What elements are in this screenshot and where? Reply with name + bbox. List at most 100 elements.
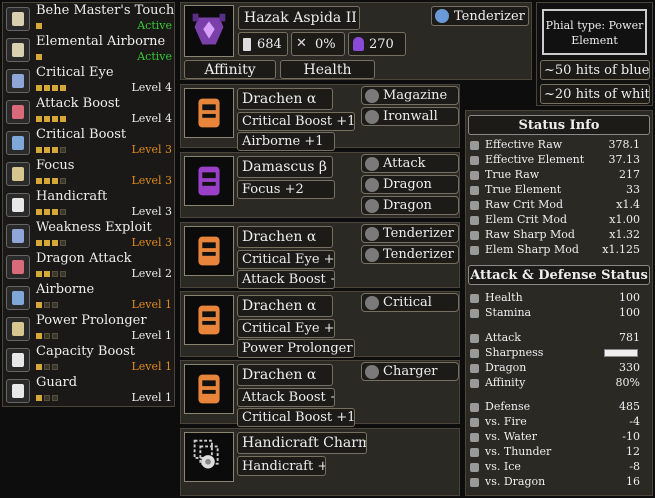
dragon-element-icon	[353, 37, 364, 51]
armor-name[interactable]: Damascus β	[237, 156, 333, 178]
level-pip	[44, 364, 50, 370]
skill-gem-icon	[12, 384, 24, 398]
skill-row[interactable]: Handicraft Level 3	[6, 189, 174, 220]
stat-icon	[470, 216, 479, 225]
skill-level-pips	[36, 85, 66, 91]
stat-name: Affinity	[485, 376, 526, 389]
deco-slot[interactable]: Tenderizer	[361, 245, 459, 264]
skill-row[interactable]: Focus Level 3	[6, 158, 174, 189]
armor-skill-text: Focus +2	[242, 182, 304, 197]
skill-name: Critical Boost	[36, 127, 127, 142]
skill-row[interactable]: Guard Level 1	[6, 375, 174, 406]
stat-row: Effective Raw 378.1	[470, 138, 640, 153]
augment-health-label: Health	[303, 61, 352, 78]
skill-name: Critical Eye	[36, 65, 114, 80]
skill-row[interactable]: Attack Boost Level 4	[6, 96, 174, 127]
charm-name-text: Handicraft Charm	[242, 435, 367, 451]
armor-piece: Damascus β Focus +2 Attack Dragon Dragon	[180, 152, 460, 218]
armor-skill-text: Airborne +1	[242, 134, 324, 149]
stat-value: x1.4	[616, 198, 640, 211]
deco-slot[interactable]: Dragon	[361, 175, 459, 194]
stat-icon	[470, 186, 479, 195]
augment-affinity[interactable]: Affinity	[184, 60, 276, 79]
level-pip	[44, 333, 50, 339]
armor-name[interactable]: Drachen α	[237, 226, 333, 248]
deco-slot[interactable]: Attack	[361, 154, 459, 173]
stat-name: vs. Fire	[485, 415, 527, 428]
level-pip	[60, 116, 66, 122]
armor-skill-text: Critical Eye +2	[242, 252, 335, 267]
armor-skill: Focus +2	[237, 180, 335, 199]
skill-name: Dragon Attack	[36, 251, 132, 266]
stat-name: Raw Sharp Mod	[485, 228, 575, 241]
affinity-icon: ✕	[296, 36, 307, 51]
level-pip	[44, 178, 50, 184]
level-pip	[36, 333, 42, 339]
skill-level: Level 4	[131, 112, 172, 125]
armor-skill: Critical Eye +2	[237, 319, 335, 338]
stat-value: x1.00	[609, 213, 640, 226]
skill-row[interactable]: Elemental Airborne Active	[6, 34, 174, 65]
armor-name-text: Drachen α	[242, 91, 317, 107]
skill-icon	[6, 193, 30, 217]
stat-row: Raw Sharp Mod x1.32	[470, 228, 640, 243]
skill-level-pips	[36, 302, 58, 308]
deco-gem-icon	[365, 226, 379, 241]
deco-slot[interactable]: Ironwall	[361, 107, 459, 126]
stat-value: x1.32	[609, 228, 640, 241]
weapon-affinity-value: 0%	[315, 36, 336, 52]
skill-row[interactable]: Capacity Boost Level 1	[6, 344, 174, 375]
skill-row[interactable]: Critical Boost Level 3	[6, 127, 174, 158]
stat-name: vs. Ice	[485, 460, 521, 473]
augment-health[interactable]: Health	[280, 60, 375, 79]
deco-slot[interactable]: Charger	[361, 362, 459, 381]
stat-row: Defense 485	[470, 400, 640, 415]
skill-level: Level 1	[131, 391, 172, 404]
deco-slot[interactable]: Critical	[361, 293, 459, 312]
stat-value: 217	[619, 168, 640, 181]
armor-skill-text: Critical Boost +1	[242, 410, 355, 425]
level-pip	[60, 271, 66, 277]
deco-slot[interactable]: Tenderizer	[361, 224, 459, 243]
stat-row: Stamina 100	[470, 306, 640, 321]
skill-row[interactable]: Behe Master's Touch Active	[6, 3, 174, 34]
stat-row: vs. Water -10	[470, 430, 640, 445]
stat-icon	[470, 433, 479, 442]
stat-row: Raw Crit Mod x1.4	[470, 198, 640, 213]
skill-icon	[6, 162, 30, 186]
stat-icon	[470, 403, 479, 412]
deco-slot[interactable]: Dragon	[361, 196, 459, 215]
stat-value: 781	[619, 331, 640, 344]
skill-icon	[6, 348, 30, 372]
armor-name[interactable]: Drachen α	[237, 364, 333, 386]
weapon-name[interactable]: Hazak Aspida II	[238, 6, 360, 30]
skill-level-pips	[36, 364, 58, 370]
skill-row[interactable]: Airborne Level 1	[6, 282, 174, 313]
weapon-attack-value: 684	[257, 36, 282, 52]
armor-piece: Drachen α Attack Boost +2 Critical Boost +…	[180, 360, 460, 427]
stat-value: 33	[626, 183, 640, 196]
deco-gem-icon	[365, 177, 379, 192]
level-pip	[44, 85, 50, 91]
skill-icon	[6, 255, 30, 279]
skill-level: Level 1	[131, 329, 172, 342]
skill-row[interactable]: Dragon Attack Level 2	[6, 251, 174, 282]
stat-name: vs. Water	[485, 430, 537, 443]
stat-name: True Element	[485, 183, 562, 196]
skill-level-pips	[36, 147, 66, 153]
skill-row[interactable]: Critical Eye Level 4	[6, 65, 174, 96]
skill-row[interactable]: Weakness Exploit Level 3	[6, 220, 174, 251]
stat-name: Stamina	[485, 306, 532, 319]
stat-value: 37.13	[608, 153, 641, 166]
sharpness-bar	[604, 349, 638, 357]
armor-name[interactable]: Drachen α	[237, 88, 333, 110]
level-pip	[36, 23, 42, 29]
charm-name[interactable]: Handicraft Charm	[237, 432, 367, 454]
skill-row[interactable]: Power Prolonger Level 1	[6, 313, 174, 344]
deco-slot[interactable]: Magazine	[361, 86, 459, 105]
level-pip	[36, 364, 42, 370]
weapon-deco-slot[interactable]: Tenderizer	[431, 6, 529, 26]
weapon-panel: Hazak Aspida II Tenderizer 684 ✕ 0% 270 A…	[180, 2, 532, 80]
armor-skill: Power Prolonger +1	[237, 339, 355, 358]
armor-name[interactable]: Drachen α	[237, 295, 333, 317]
